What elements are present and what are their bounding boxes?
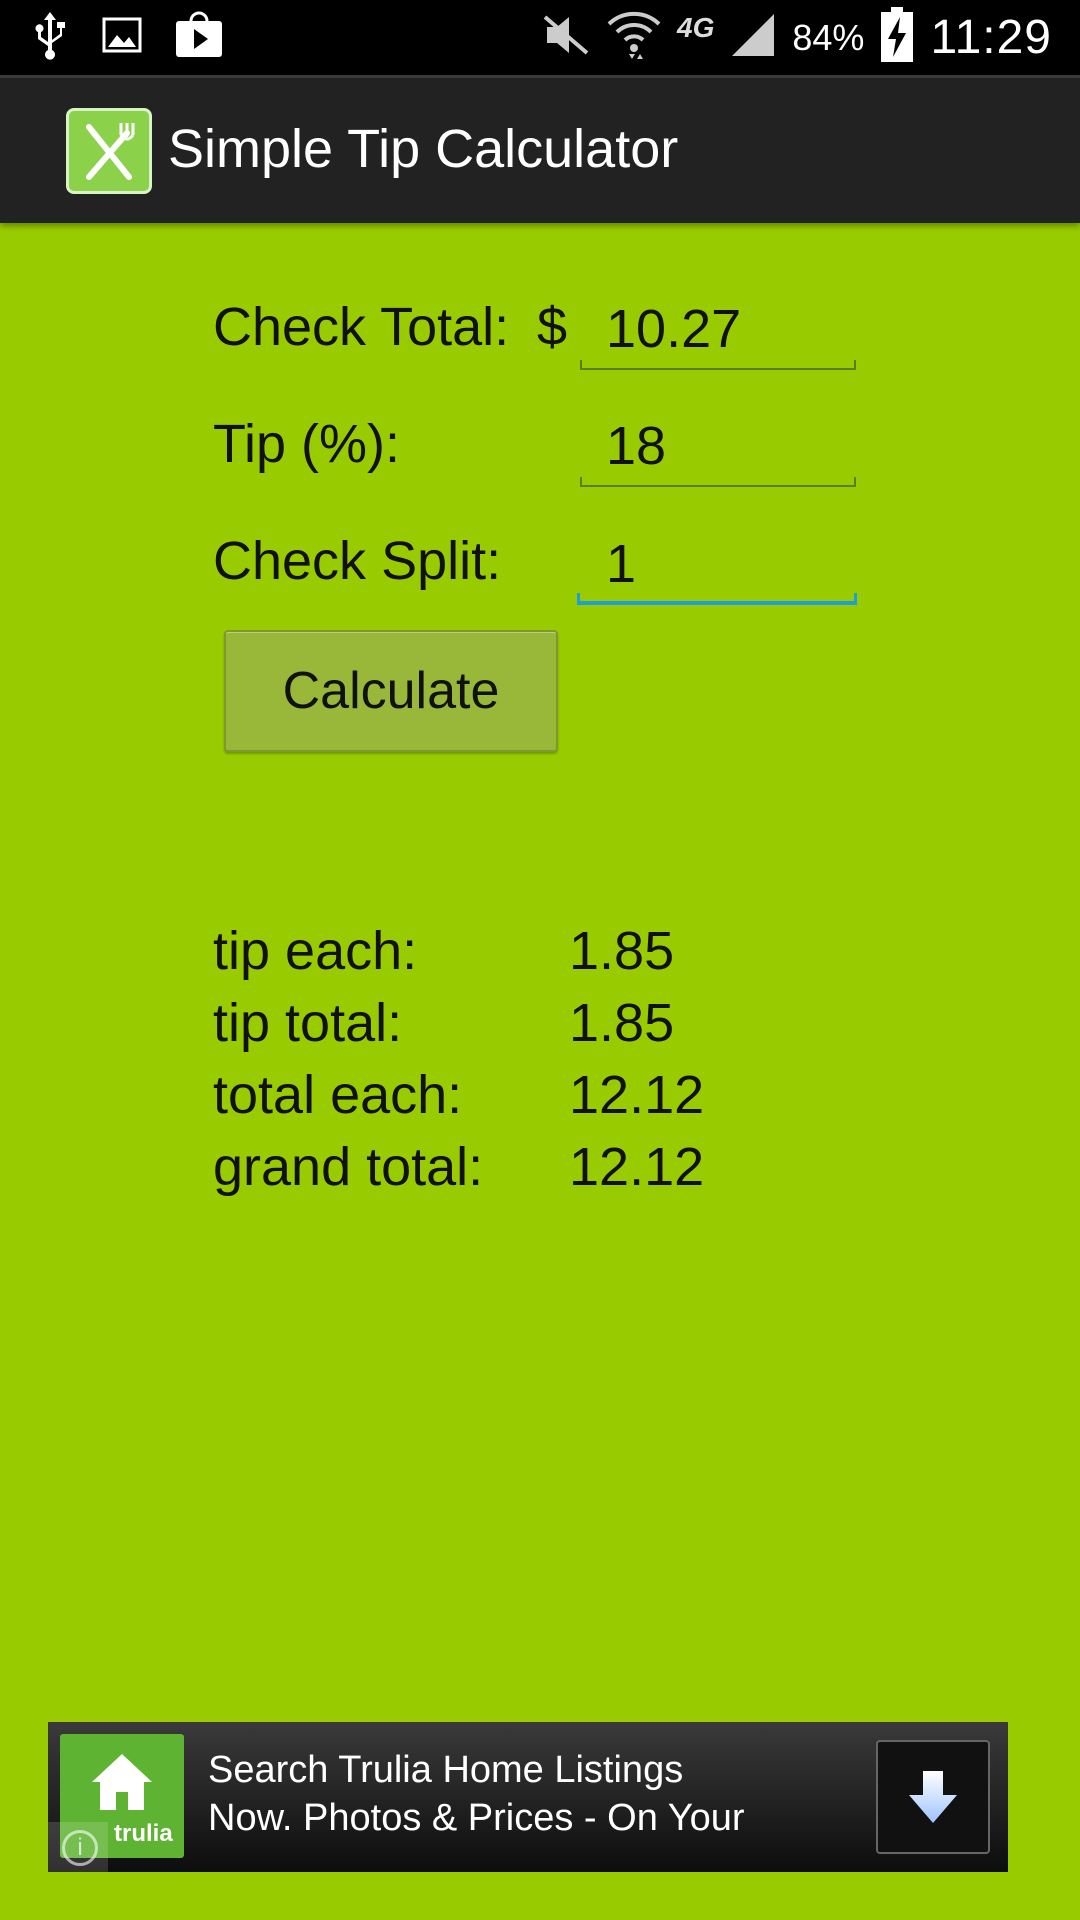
trulia-brand: trulia <box>114 1820 173 1847</box>
battery-percent: 84% <box>792 16 865 58</box>
check-total-input[interactable]: 10.27 <box>580 298 856 370</box>
tip-percent-input[interactable]: 18 <box>580 415 856 487</box>
tip-total-value: 1.85 <box>569 993 675 1053</box>
check-split-value: 1 <box>606 534 637 594</box>
tip-percent-label: Tip (%): <box>213 414 400 474</box>
tip-percent-value: 18 <box>606 416 667 476</box>
ad-info-icon[interactable]: i <box>48 1822 108 1872</box>
check-split-label: Check Split: <box>213 531 502 591</box>
image-icon <box>102 15 142 60</box>
ad-text: Search Trulia Home Listings Now. Photos … <box>208 1746 745 1842</box>
store-icon <box>174 11 224 64</box>
fork-knife-icon[interactable] <box>66 108 152 194</box>
system-icons: 4G 84% 11:29 <box>541 0 1052 75</box>
check-split-input[interactable]: 1 <box>577 533 857 605</box>
grand-total-value: 12.12 <box>569 1137 705 1197</box>
download-arrow-icon <box>909 1771 957 1823</box>
house-icon <box>92 1754 152 1810</box>
notification-icons <box>30 10 224 65</box>
signal-icon <box>730 12 776 63</box>
currency-symbol: $ <box>537 297 568 357</box>
check-total-value: 10.27 <box>606 299 742 359</box>
status-bar: 4G 84% 11:29 <box>0 0 1080 75</box>
check-total-label: Check Total: <box>213 297 510 357</box>
usb-icon <box>30 10 70 65</box>
total-each-value: 12.12 <box>569 1065 705 1125</box>
tip-each-label: tip each: <box>213 921 418 981</box>
mute-icon <box>541 13 591 62</box>
grand-total-label: grand total: <box>213 1137 484 1197</box>
ad-banner[interactable]: trulia i Search Trulia Home Listings Now… <box>48 1722 1008 1872</box>
clock: 11:29 <box>930 11 1052 64</box>
ad-line-2: Now. Photos & Prices - On Your <box>208 1797 745 1839</box>
battery-charging-icon <box>880 7 914 68</box>
tip-each-value: 1.85 <box>569 921 675 981</box>
network-type: 4G <box>677 11 715 43</box>
ad-line-1: Search Trulia Home Listings <box>208 1749 684 1791</box>
action-bar: Simple Tip Calculator <box>0 75 1080 223</box>
download-button[interactable] <box>876 1740 990 1854</box>
total-each-label: total each: <box>213 1065 463 1125</box>
wifi-icon <box>607 10 661 65</box>
app-title: Simple Tip Calculator <box>168 119 679 179</box>
tip-total-label: tip total: <box>213 993 403 1053</box>
calculate-button[interactable]: Calculate <box>224 630 558 752</box>
